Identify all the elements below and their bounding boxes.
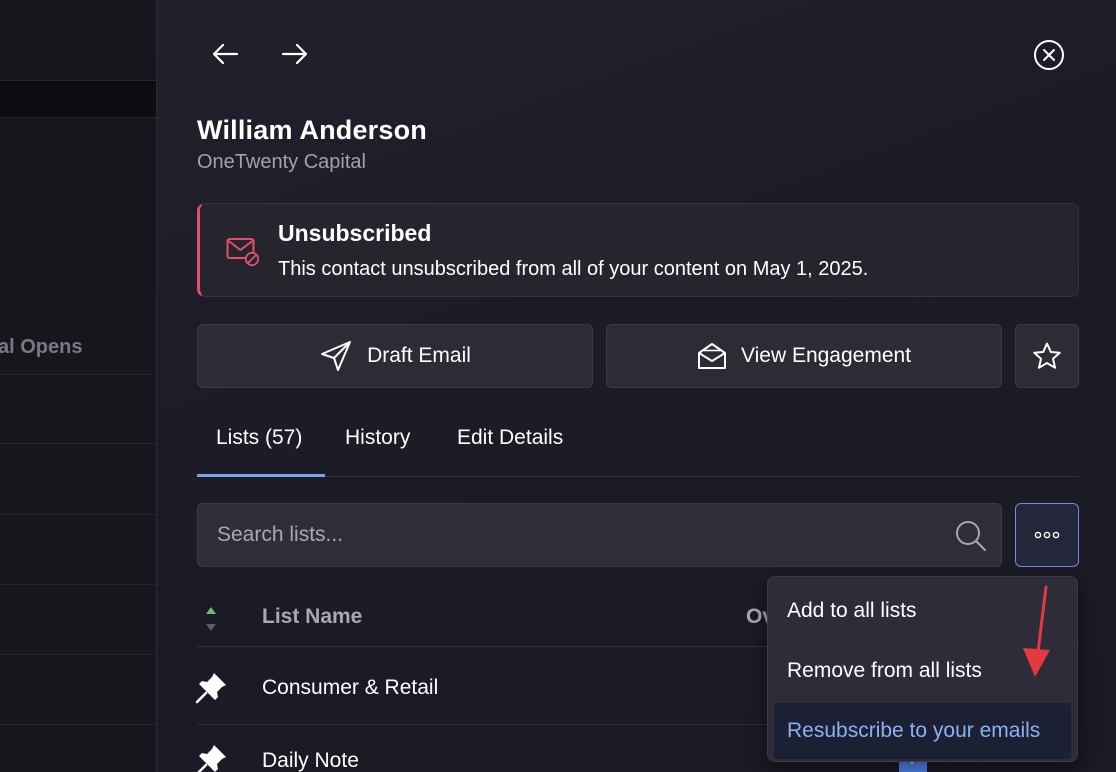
active-tab-indicator [197,474,325,477]
unsubscribed-alert: Unsubscribed This contact unsubscribed f… [197,203,1079,297]
contact-name: William Anderson [197,115,427,145]
background-header-strip [0,80,156,118]
tab-lists[interactable]: Lists (57) [216,426,302,450]
alert-message: This contact unsubscribed from all of yo… [278,258,869,280]
close-circle-icon [1034,40,1064,70]
tab-edit-details[interactable]: Edit Details [457,426,563,450]
close-drawer-button[interactable] [1033,39,1065,71]
background-divider [0,584,156,585]
background-divider [0,514,156,515]
send-icon [321,341,352,371]
background-page: al Opens [0,0,156,772]
favorite-button[interactable] [1015,324,1079,388]
list-item-name[interactable]: Daily Note [262,749,359,772]
draft-email-label: Draft Email [367,344,471,367]
more-options-button[interactable] [1015,503,1079,567]
contact-company: OneTwenty Capital [197,151,366,173]
tabs-divider [197,476,1079,477]
draft-email-button[interactable]: Draft Email [197,324,593,388]
list-name-column-header[interactable]: List Name [262,605,362,629]
tab-history[interactable]: History [345,426,410,450]
pin-icon[interactable] [195,670,229,704]
search-icon[interactable] [954,519,988,553]
mail-blocked-icon [226,238,260,267]
background-divider [0,654,156,655]
arrow-left-icon [212,43,239,65]
list-item-name[interactable]: Consumer & Retail [262,676,438,700]
previous-contact-button[interactable] [209,38,241,70]
search-lists-input[interactable] [198,504,938,566]
view-engagement-button[interactable]: View Engagement [606,324,1002,388]
ellipsis-icon [1034,531,1060,539]
background-column-header: al Opens [0,336,83,358]
star-icon [1033,342,1061,369]
background-divider [0,443,156,444]
annotation-arrow-icon [1023,585,1050,677]
pin-icon[interactable] [195,742,229,772]
resubscribe-item[interactable]: Resubscribe to your emails [774,703,1071,759]
open-envelope-icon [697,343,726,369]
background-divider [0,374,156,375]
sort-icon[interactable] [205,606,217,632]
arrow-right-icon [281,43,308,65]
search-lists-box [197,503,1002,567]
alert-title: Unsubscribed [278,220,432,246]
background-divider [0,724,156,725]
view-engagement-label: View Engagement [740,344,912,367]
next-contact-button[interactable] [279,38,311,70]
